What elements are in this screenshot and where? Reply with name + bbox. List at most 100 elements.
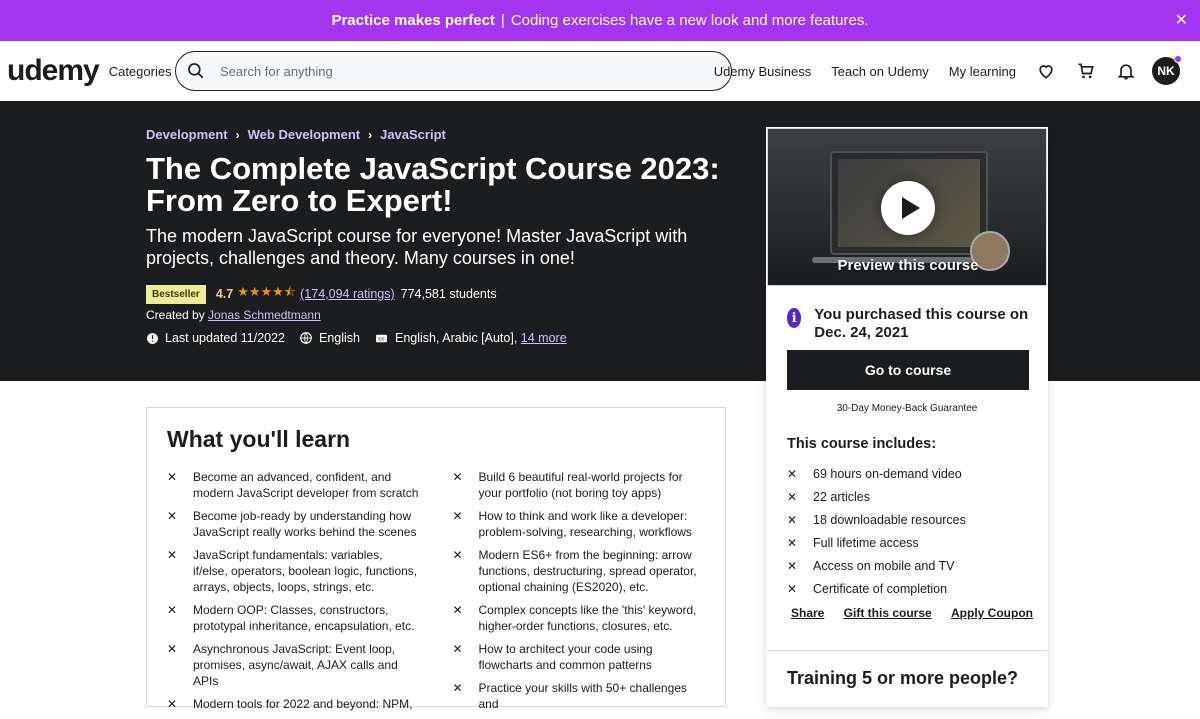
udemy-logo[interactable]: udemy	[7, 54, 100, 88]
search-input[interactable]	[220, 63, 700, 79]
includes-item-text: 18 downloadable resources	[813, 512, 966, 527]
mobile-icon: ✕	[787, 558, 798, 573]
rating-value: 4.7	[215, 287, 234, 301]
check-icon: ✕	[167, 697, 178, 711]
breadcrumb-development[interactable]: Development	[146, 127, 228, 142]
categories-link[interactable]: Categories	[99, 64, 182, 79]
course-preview[interactable]: Preview this course	[767, 128, 1047, 286]
learn-item-text: Modern tools for 2022 and beyond: NPM,	[193, 697, 413, 711]
rating-count-link[interactable]: (174,094 ratings)	[300, 287, 395, 301]
check-icon: ✕	[167, 509, 178, 523]
close-icon[interactable]: ✕	[1175, 10, 1188, 30]
learn-item-text: JavaScript fundamentals: variables, if/e…	[193, 548, 418, 594]
learn-item-text: Asynchronous JavaScript: Event loop, pro…	[193, 642, 398, 688]
rating-row: Bestseller 4.7 ★★★★⯪ (174,094 ratings) 7…	[146, 283, 497, 305]
breadcrumb: Development › Web Development › JavaScri…	[146, 127, 446, 142]
bestseller-badge: Bestseller	[146, 284, 206, 304]
learn-item: ✕ Complex concepts like the 'this' keywor…	[453, 602, 706, 634]
alert-icon	[147, 332, 158, 344]
learn-item: ✕ How to architect your code using flowch…	[453, 641, 706, 673]
instructor-link[interactable]: Jonas Schmedtmann	[208, 308, 321, 322]
rating-stars-icon: ★★★★⯪	[237, 284, 297, 299]
check-icon: ✕	[452, 642, 463, 656]
learn-item: ✕ Practice your skills with 50+ challenge…	[453, 680, 706, 712]
user-avatar[interactable]: NK	[1152, 55, 1182, 85]
includes-title: This course includes:	[787, 436, 937, 452]
brand-name: udemy	[7, 54, 100, 87]
learn-item-text: Modern OOP: Classes, constructors, proto…	[193, 603, 415, 633]
learn-item-text: Become an advanced, confident, and moder…	[193, 470, 419, 500]
play-icon[interactable]	[881, 181, 935, 235]
check-icon: ✕	[452, 681, 463, 695]
avatar-initials: NK	[1157, 64, 1175, 78]
course-title: The Complete JavaScript Course 2023: Fro…	[146, 151, 720, 218]
last-updated-text: Last updated 11/2022	[165, 331, 286, 345]
language-text: English	[319, 331, 361, 345]
apply-coupon-button[interactable]: Apply Coupon	[947, 606, 1037, 620]
created-by-label: Created by	[146, 308, 205, 322]
list-item: ✕ 69 hours on-demand video	[787, 462, 966, 485]
top-header: udemy Categories Udemy Business Teach on…	[0, 41, 1200, 101]
check-icon: ✕	[452, 548, 463, 562]
banner-bold-text: Practice makes perfect	[331, 12, 495, 29]
learn-item: ✕ Build 6 beautiful real-world projects f…	[453, 469, 706, 501]
learn-item-text: How to architect your code using flowcha…	[478, 642, 653, 672]
learn-item-text: Complex concepts like the 'this' keyword…	[478, 603, 697, 633]
includes-item-text: 69 hours on-demand video	[813, 466, 962, 481]
teach-link[interactable]: Teach on Udemy	[821, 64, 939, 79]
includes-item-text: Certificate of completion	[813, 581, 948, 596]
check-icon: ✕	[167, 642, 178, 656]
money-back-guarantee: 30-Day Money-Back Guarantee	[836, 403, 978, 414]
last-updated: Last updated 11/2022	[146, 331, 285, 345]
check-icon: ✕	[452, 470, 463, 484]
list-item: ✕ 22 articles	[787, 485, 966, 508]
learn-item-text: Practice your skills with 50+ challenges…	[478, 681, 687, 711]
includes-item-text: Full lifetime access	[813, 535, 919, 550]
info-icon: i	[787, 308, 802, 328]
share-button[interactable]: Share	[787, 606, 828, 620]
globe-icon	[300, 332, 312, 344]
learn-item: ✕ Modern OOP: Classes, constructors, prot…	[167, 602, 420, 634]
course-meta: Last updated 11/2022 English CC English,…	[146, 331, 581, 345]
my-learning-link[interactable]: My learning	[939, 64, 1026, 79]
captions-text: English, Arabic [Auto],	[395, 331, 518, 345]
learn-item: ✕ Modern ES6+ from the beginning: arrow f…	[453, 547, 706, 595]
video-icon: ✕	[787, 466, 798, 481]
includes-item-text: Access on mobile and TV	[813, 558, 955, 573]
announcement-banner: Practice makes perfect | Coding exercise…	[0, 0, 1200, 41]
learn-item: ✕ Asynchronous JavaScript: Event loop, pr…	[167, 641, 420, 689]
breadcrumb-javascript[interactable]: JavaScript	[380, 127, 446, 142]
check-icon: ✕	[167, 548, 178, 562]
list-item: ✕ Certificate of completion	[787, 577, 966, 600]
list-item: ✕ 18 downloadable resources	[787, 508, 966, 531]
learn-column-right: ✕ Build 6 beautiful real-world projects f…	[453, 469, 706, 719]
includes-list: ✕ 69 hours on-demand video ✕ 22 articles ✕…	[787, 462, 966, 600]
cart-icon[interactable]	[1066, 51, 1106, 91]
search-bar	[175, 51, 732, 91]
wishlist-heart-icon[interactable]	[1026, 51, 1066, 91]
captions-more-link[interactable]: 14 more	[521, 331, 567, 345]
svg-text:CC: CC	[378, 336, 384, 341]
chevron-right-icon: ›	[235, 127, 240, 142]
search-icon[interactable]	[186, 61, 206, 81]
check-icon: ✕	[452, 603, 463, 617]
gift-course-button[interactable]: Gift this course	[840, 606, 936, 620]
breadcrumb-web-development[interactable]: Web Development	[248, 127, 360, 142]
learn-item: ✕ Become job-ready by understanding how J…	[167, 508, 420, 540]
divider	[767, 650, 1047, 651]
language: English	[299, 331, 360, 345]
header-right-nav: Udemy Business Teach on Udemy My learnin…	[704, 41, 1200, 101]
preview-label[interactable]: Preview this course	[768, 257, 1046, 274]
captions: CC English, Arabic [Auto], 14 more	[374, 331, 567, 345]
article-icon: ✕	[787, 489, 798, 504]
created-by: Created by Jonas Schmedtmann	[146, 308, 321, 322]
learn-grid: ✕ Become an advanced, confident, and mode…	[167, 469, 705, 719]
purchased-text: You purchased this course on Dec. 24, 20…	[814, 306, 1029, 341]
notifications-bell-icon[interactable]	[1106, 51, 1146, 91]
list-item: ✕ Full lifetime access	[787, 531, 966, 554]
check-icon: ✕	[167, 603, 178, 617]
go-to-course-button[interactable]: Go to course	[787, 350, 1029, 390]
learn-item-text: Build 6 beautiful real-world projects fo…	[478, 470, 683, 500]
learn-item-text: How to think and work like a developer: …	[478, 509, 692, 539]
udemy-business-link[interactable]: Udemy Business	[704, 64, 822, 79]
